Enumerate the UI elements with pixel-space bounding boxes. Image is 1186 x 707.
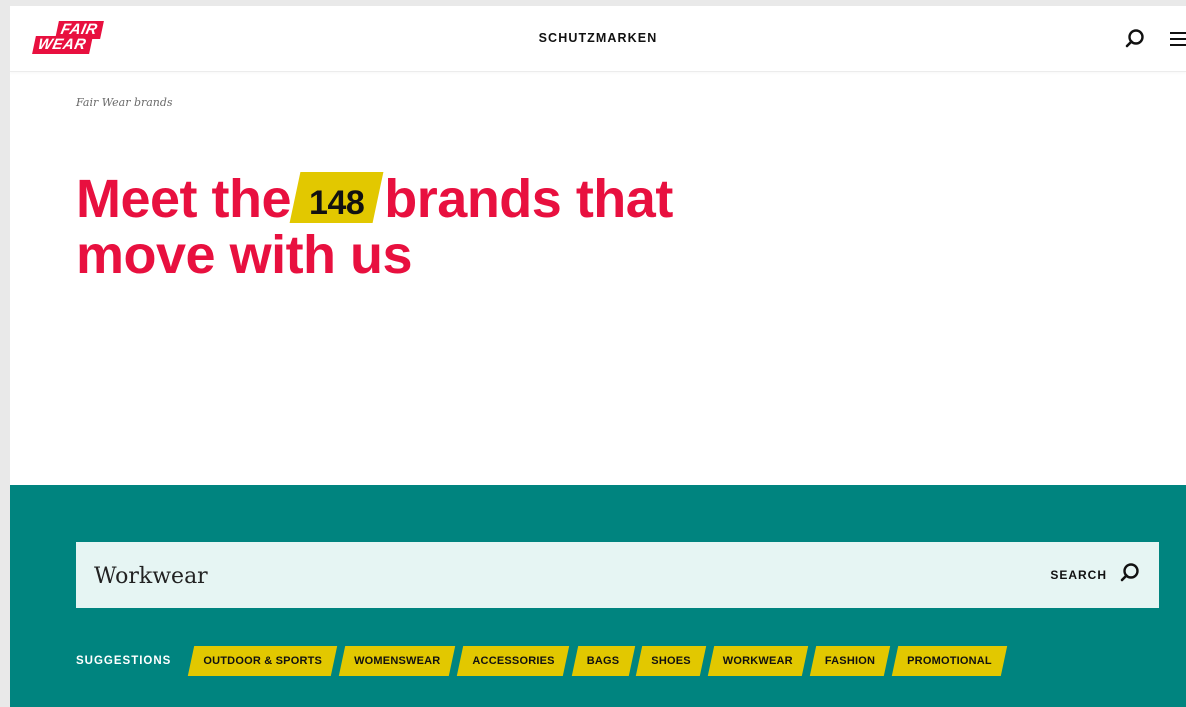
suggestion-chip[interactable]: ACCESSORIES <box>460 646 566 676</box>
search-button-label: SEARCH <box>1050 568 1107 582</box>
suggestion-label: SHOES <box>651 655 691 667</box>
suggestions-label: SUGGESTIONS <box>76 655 172 667</box>
suggestion-label: ACCESSORIES <box>472 655 555 667</box>
headline-before: Meet the <box>76 169 292 229</box>
headline-after: brands that <box>384 169 673 229</box>
suggestion-label: OUTDOOR & SPORTS <box>203 655 323 667</box>
nav-title[interactable]: SCHUTZMARKEN <box>10 31 1186 45</box>
page-title: Meet the 148 brands that move with us <box>76 168 836 283</box>
suggestion-chip[interactable]: OUTDOOR & SPORTS <box>191 646 334 676</box>
suggestion-label: FASHION <box>824 655 876 667</box>
headline-line2: move with us <box>76 225 413 285</box>
brand-count-badge: 148 <box>295 168 378 227</box>
suggestion-label: WORKWEAR <box>722 655 793 667</box>
menu-icon[interactable] <box>1170 32 1186 46</box>
suggestion-chip[interactable]: WOMENSWEAR <box>342 646 452 676</box>
page: FAIR WEAR SCHUTZMARKEN Fair Wear brands … <box>10 6 1186 707</box>
breadcrumb[interactable]: Fair Wear brands <box>76 96 173 109</box>
search-input[interactable] <box>94 560 954 592</box>
search-box: SEARCH <box>76 542 1159 608</box>
suggestion-chip[interactable]: FASHION <box>813 646 887 676</box>
search-icon[interactable] <box>1124 28 1146 50</box>
search-icon <box>1119 562 1141 589</box>
suggestion-chip[interactable]: PROMOTIONAL <box>895 646 1004 676</box>
site-header: FAIR WEAR SCHUTZMARKEN <box>10 6 1186 72</box>
suggestion-label: PROMOTIONAL <box>907 655 992 667</box>
suggestion-chip[interactable]: SHOES <box>639 646 703 676</box>
search-button[interactable]: SEARCH <box>1050 562 1141 588</box>
suggestions-row: SUGGESTIONS OUTDOOR & SPORTS WOMENSWEAR … <box>76 645 1012 677</box>
suggestion-label: BAGS <box>586 655 620 667</box>
brand-count: 148 <box>309 184 365 222</box>
suggestion-chip[interactable]: BAGS <box>575 646 632 676</box>
search-section: SEARCH SUGGESTIONS OUTDOOR & SPORTS WOME… <box>10 485 1186 707</box>
suggestion-chip[interactable]: WORKWEAR <box>711 646 805 676</box>
suggestion-label: WOMENSWEAR <box>354 655 441 667</box>
